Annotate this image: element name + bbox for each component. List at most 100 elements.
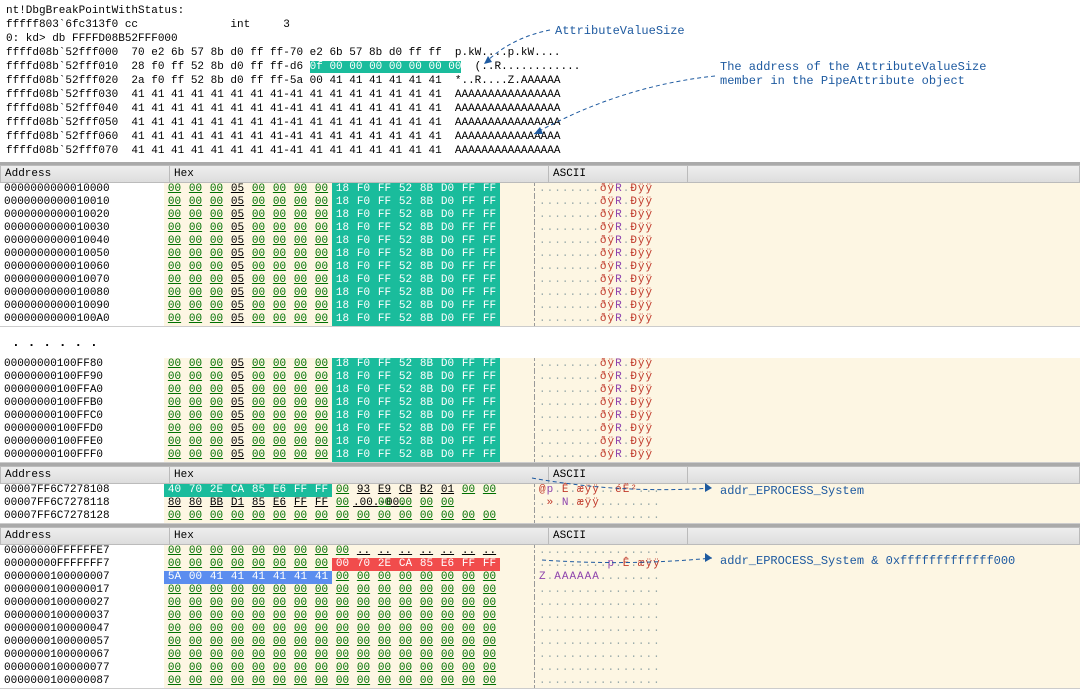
hex-byte: F0 xyxy=(353,222,374,235)
hex-byte: 52 xyxy=(395,274,416,287)
hex-byte: FF xyxy=(479,436,500,449)
hex-byte: 00 xyxy=(164,384,185,397)
hex-byte: 00 xyxy=(164,397,185,410)
hex-byte: 41 xyxy=(290,571,311,584)
hex-byte: 00 xyxy=(311,209,332,222)
hex-row: 00007FF6C7278128 00000000000000000000000… xyxy=(0,510,1080,523)
hex-byte: 05 xyxy=(227,196,248,209)
hex-row: 0000000000010080 000000050000000018F0FF5… xyxy=(0,287,1080,300)
hex-byte: 00 xyxy=(206,358,227,371)
hex-byte: 41 xyxy=(269,571,290,584)
hex-byte: 00 xyxy=(185,371,206,384)
hex-byte: FF xyxy=(458,248,479,261)
hex-byte: 00 xyxy=(248,209,269,222)
hex-byte: 00 xyxy=(206,397,227,410)
hex-byte: 8B xyxy=(416,196,437,209)
hex-ascii: ................ xyxy=(534,636,669,649)
hex-byte: 00 xyxy=(290,410,311,423)
hex-byte: 00 xyxy=(164,287,185,300)
hex-byte: 00 xyxy=(395,623,416,636)
hex-panel-3: Address Hex ASCII 00000000FFFFFFE7 00000… xyxy=(0,524,1080,689)
hex-byte: 00 xyxy=(269,235,290,248)
hex-byte: 00 xyxy=(185,584,206,597)
hex-byte: FF xyxy=(374,235,395,248)
hex-ascii: .........p.Ê.æÿÿ xyxy=(534,558,669,571)
hex-byte: 00 xyxy=(185,662,206,675)
hex-byte: 00 xyxy=(332,558,353,571)
hex-byte: 00 xyxy=(353,510,374,523)
hex-byte: D0 xyxy=(437,423,458,436)
hex-byte: 80 xyxy=(185,497,206,510)
hex-byte: 5A xyxy=(164,571,185,584)
hex-byte: F0 xyxy=(353,371,374,384)
hex-byte: 05 xyxy=(227,209,248,222)
hex-byte: 00 xyxy=(311,261,332,274)
annot-eproc-mask: addr_EPROCESS_System & 0xfffffffffffff00… xyxy=(720,554,1015,568)
hex-ascii: ................ xyxy=(534,584,669,597)
hex-byte: 00 xyxy=(269,636,290,649)
hex-byte: 00 xyxy=(311,300,332,313)
hex-byte: 00 xyxy=(269,300,290,313)
hex-address: 00000000100FFB0 xyxy=(0,397,164,410)
hex-byte: 00 xyxy=(395,662,416,675)
hex-byte: FF xyxy=(374,222,395,235)
hex-byte: 8B xyxy=(416,313,437,326)
hex-ascii: ........ðÿR.Ðÿÿ xyxy=(534,300,669,313)
hex-byte: FF xyxy=(374,397,395,410)
hex-ascii: ................ xyxy=(534,623,669,636)
hex-byte: 18 xyxy=(332,384,353,397)
hex-byte: 00 xyxy=(290,436,311,449)
hex-byte: 8B xyxy=(416,410,437,423)
hex-byte: FF xyxy=(458,235,479,248)
hex-byte: F0 xyxy=(353,248,374,261)
hex-byte: 00 xyxy=(395,584,416,597)
hex-byte: 00 xyxy=(227,636,248,649)
hex-byte: 00 xyxy=(206,623,227,636)
hex-byte: D0 xyxy=(437,248,458,261)
hex-byte: 00 xyxy=(479,610,500,623)
hex-byte: 05 xyxy=(227,313,248,326)
hex-byte: F0 xyxy=(353,274,374,287)
hex-byte: 00 xyxy=(311,636,332,649)
hex-byte: 00 xyxy=(164,209,185,222)
hex-byte: 00 xyxy=(206,558,227,571)
hex-byte: 00 xyxy=(164,423,185,436)
hex-row: 0000000000010050 000000050000000018F0FF5… xyxy=(0,248,1080,261)
hex-byte: 00 xyxy=(311,248,332,261)
hex-byte: CA xyxy=(227,484,248,497)
hex-byte: FF xyxy=(479,410,500,423)
hex-byte: 00 xyxy=(248,397,269,410)
hex-address: 00007FF6C7278108 xyxy=(0,484,164,497)
hex-ascii: ................ xyxy=(534,545,669,558)
hex-byte: 00 xyxy=(374,571,395,584)
hex-address: 00000000000100A0 xyxy=(0,313,164,326)
hex-byte: 00 xyxy=(269,274,290,287)
hex-byte: FF xyxy=(479,222,500,235)
hex-byte: 00 xyxy=(185,209,206,222)
hex-address: 00000000100FFC0 xyxy=(0,410,164,423)
hex-byte: FF xyxy=(311,497,332,510)
hex-ascii: ........ðÿR.Ðÿÿ xyxy=(534,313,669,326)
hex-byte: 00 xyxy=(332,545,353,558)
hex-byte: 00 xyxy=(374,636,395,649)
hex-byte: 85 xyxy=(248,497,269,510)
hex-byte: 00 xyxy=(185,649,206,662)
hex-row: 0000000100000047 00000000000000000000000… xyxy=(0,623,1080,636)
hex-row: 0000000100000057 00000000000000000000000… xyxy=(0,636,1080,649)
hex-row: 0000000100000077 00000000000000000000000… xyxy=(0,662,1080,675)
hex-byte: 00 xyxy=(206,209,227,222)
hex-byte: D0 xyxy=(437,358,458,371)
hex-byte: 05 xyxy=(227,449,248,462)
hex-byte: 00 xyxy=(416,623,437,636)
hex-byte: 18 xyxy=(332,449,353,462)
hex-byte: 00 xyxy=(332,636,353,649)
hex-byte: 52 xyxy=(395,209,416,222)
hex-byte: 8B xyxy=(416,300,437,313)
hex-row: 0000000000010070 000000050000000018F0FF5… xyxy=(0,274,1080,287)
hex-byte: 00 xyxy=(437,610,458,623)
hex-byte: 00 xyxy=(269,209,290,222)
hex-byte: 00 xyxy=(206,584,227,597)
hex-byte: 00 xyxy=(290,610,311,623)
hex-ascii: ........ðÿR.Ðÿÿ xyxy=(534,209,669,222)
hex-byte: FF xyxy=(479,358,500,371)
